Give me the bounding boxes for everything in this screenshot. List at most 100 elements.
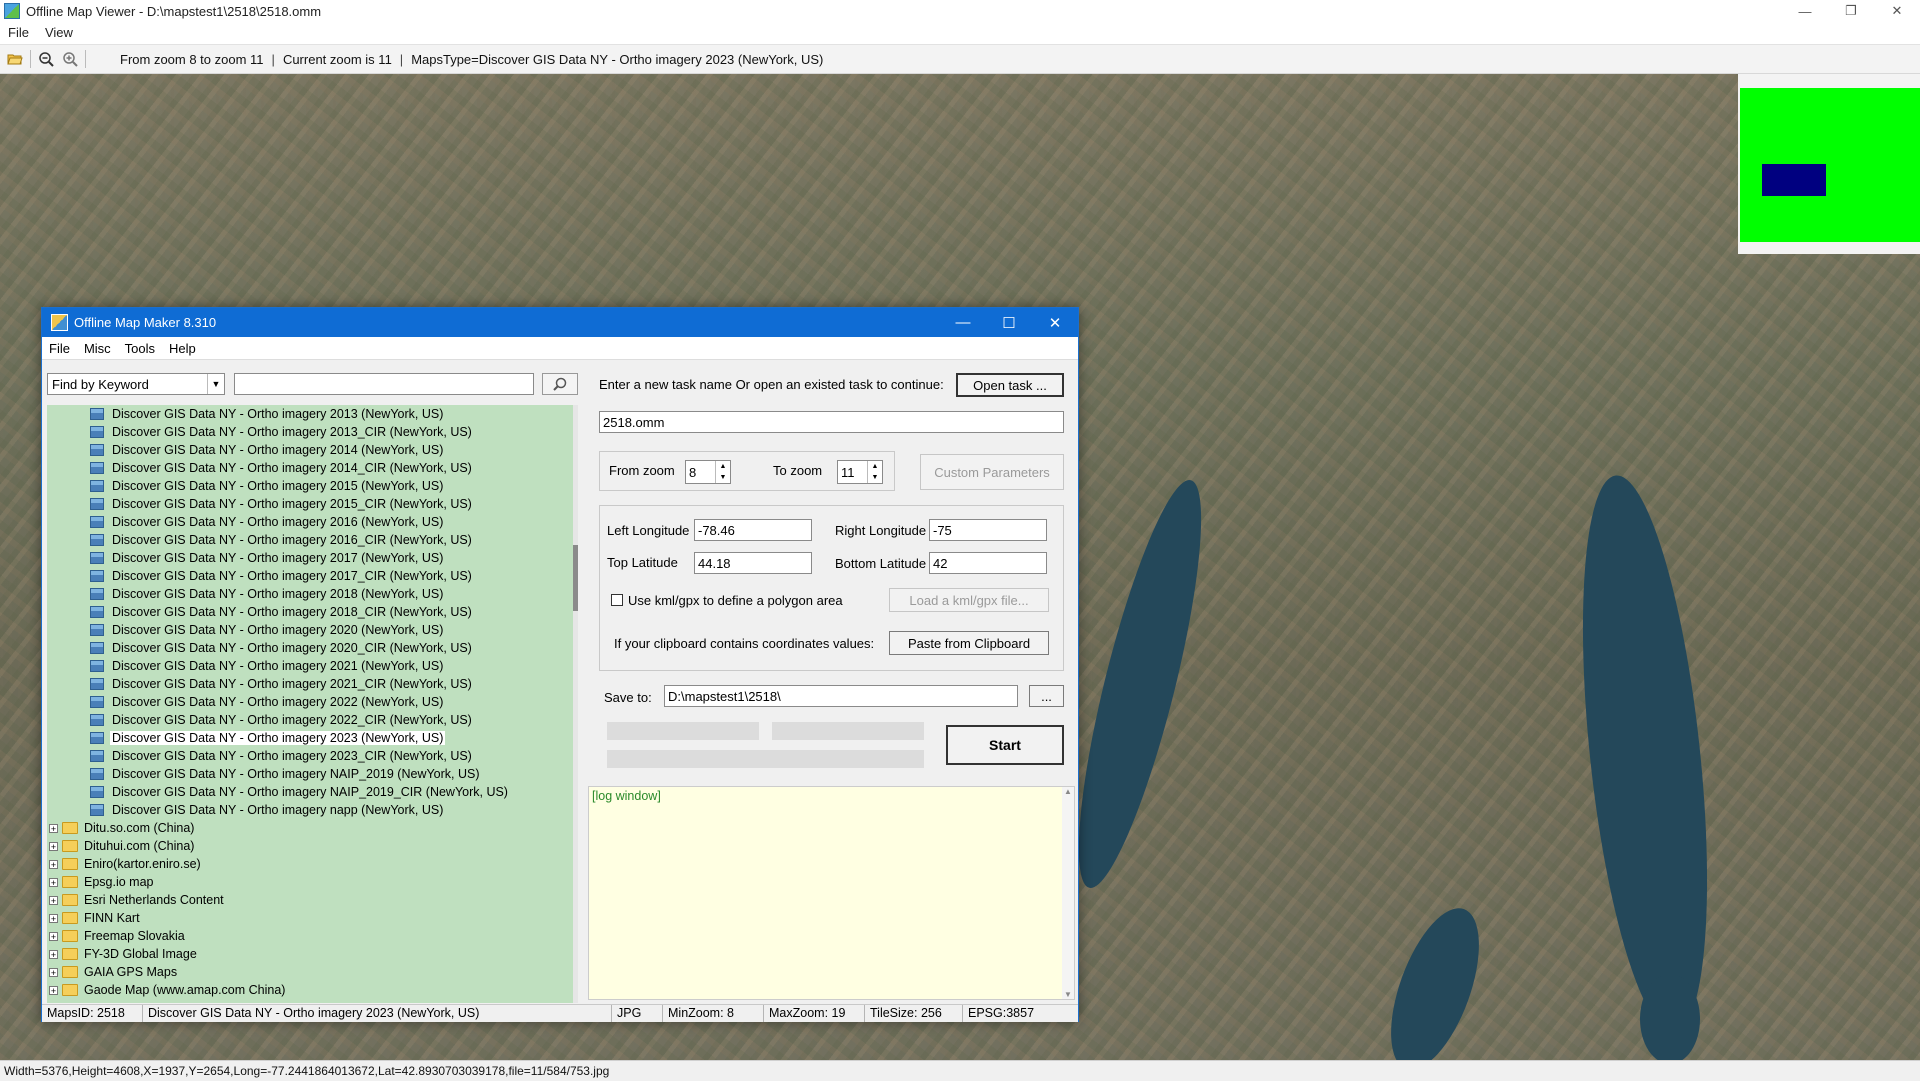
save-path-input[interactable]: D:\mapstest1\2518\ [664,685,1018,707]
custom-parameters-button[interactable]: Custom Parameters [920,454,1064,490]
toolbar-separator [85,50,86,68]
tree-item[interactable]: Discover GIS Data NY - Ortho imagery NAI… [47,783,573,801]
search-input[interactable] [234,373,534,395]
tree-item[interactable]: Discover GIS Data NY - Ortho imagery 201… [47,531,573,549]
dialog-menu-tools[interactable]: Tools [118,341,162,356]
right-longitude-input[interactable]: -75 [929,519,1047,541]
tree-folder[interactable]: + Dituhui.com (China) [47,837,573,855]
chevron-down-icon[interactable]: ▼ [207,374,224,394]
tree-folder[interactable]: + Eniro(kartor.eniro.se) [47,855,573,873]
open-folder-icon[interactable] [6,50,24,68]
tree-folder[interactable]: + Gaode Map (www.amap.com China) [47,981,573,999]
tree-item[interactable]: Discover GIS Data NY - Ortho imagery 202… [47,747,573,765]
dialog-menu-help[interactable]: Help [162,341,203,356]
tree-item[interactable]: Discover GIS Data NY - Ortho imagery 202… [47,711,573,729]
menu-view[interactable]: View [37,25,81,40]
tree-item-label: Discover GIS Data NY - Ortho imagery 201… [112,425,472,439]
scroll-up-icon[interactable]: ▲ [1064,787,1072,796]
bottom-latitude-input[interactable]: 42 [929,552,1047,574]
start-button[interactable]: Start [946,725,1064,765]
map-layer-icon [90,750,104,762]
expand-icon[interactable]: + [49,931,58,941]
expand-icon[interactable]: + [49,895,58,905]
up-arrow-icon[interactable]: ▲ [716,461,730,472]
tree-item[interactable]: Discover GIS Data NY - Ortho imagery 202… [47,621,573,639]
open-task-button[interactable]: Open task ... [956,373,1064,397]
log-scrollbar[interactable]: ▲ ▼ [1062,787,1074,999]
tree-scrollbar[interactable] [573,405,578,1003]
dialog-menu-file[interactable]: File [42,341,77,356]
tree-item[interactable]: Discover GIS Data NY - Ortho imagery 201… [47,423,573,441]
expand-icon[interactable]: + [49,859,58,869]
tree-item[interactable]: Discover GIS Data NY - Ortho imagery 202… [47,675,573,693]
expand-icon[interactable]: + [49,823,58,833]
tree-item[interactable]: Discover GIS Data NY - Ortho imagery 201… [47,549,573,567]
tree-item[interactable]: Discover GIS Data NY - Ortho imagery 201… [47,603,573,621]
overview-minimap[interactable] [1738,74,1920,254]
viewer-menubar: File View [0,22,1920,43]
paste-clipboard-button[interactable]: Paste from Clipboard [889,631,1049,655]
expand-icon[interactable]: + [49,877,58,887]
tree-item[interactable]: Discover GIS Data NY - Ortho imagery 201… [47,441,573,459]
tree-item[interactable]: Discover GIS Data NY - Ortho imagery 201… [47,567,573,585]
tree-item[interactable]: Discover GIS Data NY - Ortho imagery 201… [47,495,573,513]
tree-folder[interactable]: + GAIA GPS Maps [47,963,573,981]
stepper-arrows[interactable]: ▲ ▼ [715,461,730,483]
tree-folder[interactable]: + Freemap Slovakia [47,927,573,945]
log-window[interactable]: [log window] ▲ ▼ [588,786,1075,1000]
expand-icon[interactable]: + [49,967,58,977]
map-source-tree[interactable]: Discover GIS Data NY - Ortho imagery 201… [47,405,573,1003]
from-zoom-stepper[interactable]: 8 ▲ ▼ [685,460,731,484]
search-mode-select[interactable]: Find by Keyword ▼ [47,373,225,395]
tree-folder[interactable]: + FY-3D Global Image [47,945,573,963]
close-button[interactable]: ✕ [1874,0,1920,22]
search-button[interactable] [542,373,578,395]
expand-icon[interactable]: + [49,985,58,995]
dialog-maximize-button[interactable]: ☐ [986,308,1032,337]
dialog-close-button[interactable]: ✕ [1032,308,1078,337]
tree-folder[interactable]: + Ditu.so.com (China) [47,819,573,837]
map-layer-icon [90,588,104,600]
up-arrow-icon[interactable]: ▲ [868,461,882,472]
tree-item[interactable]: Discover GIS Data NY - Ortho imagery 202… [47,639,573,657]
expand-icon[interactable]: + [49,841,58,851]
down-arrow-icon[interactable]: ▼ [716,472,730,483]
top-latitude-input[interactable]: 44.18 [694,552,812,574]
task-name-input[interactable]: 2518.omm [599,411,1064,433]
tree-item[interactable]: Discover GIS Data NY - Ortho imagery NAI… [47,765,573,783]
scroll-down-icon[interactable]: ▼ [1064,990,1072,999]
minimize-button[interactable]: — [1782,0,1828,22]
load-kml-button[interactable]: Load a kml/gpx file... [889,588,1049,612]
menu-file[interactable]: File [0,25,37,40]
tree-folder[interactable]: + Epsg.io map [47,873,573,891]
dialog-minimize-button[interactable]: — [940,308,986,337]
minimap-viewport[interactable] [1762,164,1826,196]
tree-item[interactable]: Discover GIS Data NY - Ortho imagery 202… [47,729,573,747]
tree-item[interactable]: Discover GIS Data NY - Ortho imagery 201… [47,405,573,423]
expand-icon[interactable]: + [49,949,58,959]
tree-folder[interactable]: + FINN Kart [47,909,573,927]
zoom-out-icon[interactable] [37,50,55,68]
stepper-arrows[interactable]: ▲ ▼ [867,461,882,483]
tree-item[interactable]: Discover GIS Data NY - Ortho imagery 202… [47,657,573,675]
folder-icon [62,966,78,978]
down-arrow-icon[interactable]: ▼ [868,472,882,483]
tree-folder[interactable]: + Esri Netherlands Content [47,891,573,909]
tree-item[interactable]: Discover GIS Data NY - Ortho imagery 201… [47,459,573,477]
tree-item[interactable]: Discover GIS Data NY - Ortho imagery 201… [47,477,573,495]
left-longitude-input[interactable]: -78.46 [694,519,812,541]
restore-button[interactable]: ❐ [1828,0,1874,22]
tree-item[interactable]: Discover GIS Data NY - Ortho imagery 202… [47,693,573,711]
dialog-menu-misc[interactable]: Misc [77,341,118,356]
tree-item[interactable]: Discover GIS Data NY - Ortho imagery 201… [47,513,573,531]
to-zoom-stepper[interactable]: 11 ▲ ▼ [837,460,883,484]
expand-icon[interactable]: + [49,913,58,923]
dialog-app-icon [51,314,68,331]
zoom-in-icon[interactable] [61,50,79,68]
tree-scroll-thumb[interactable] [573,545,578,611]
tree-item[interactable]: Discover GIS Data NY - Ortho imagery nap… [47,801,573,819]
tree-item[interactable]: Discover GIS Data NY - Ortho imagery 201… [47,585,573,603]
browse-button[interactable]: ... [1029,685,1064,707]
search-row: Find by Keyword ▼ [47,373,578,397]
kml-polygon-checkbox[interactable] [611,594,623,606]
